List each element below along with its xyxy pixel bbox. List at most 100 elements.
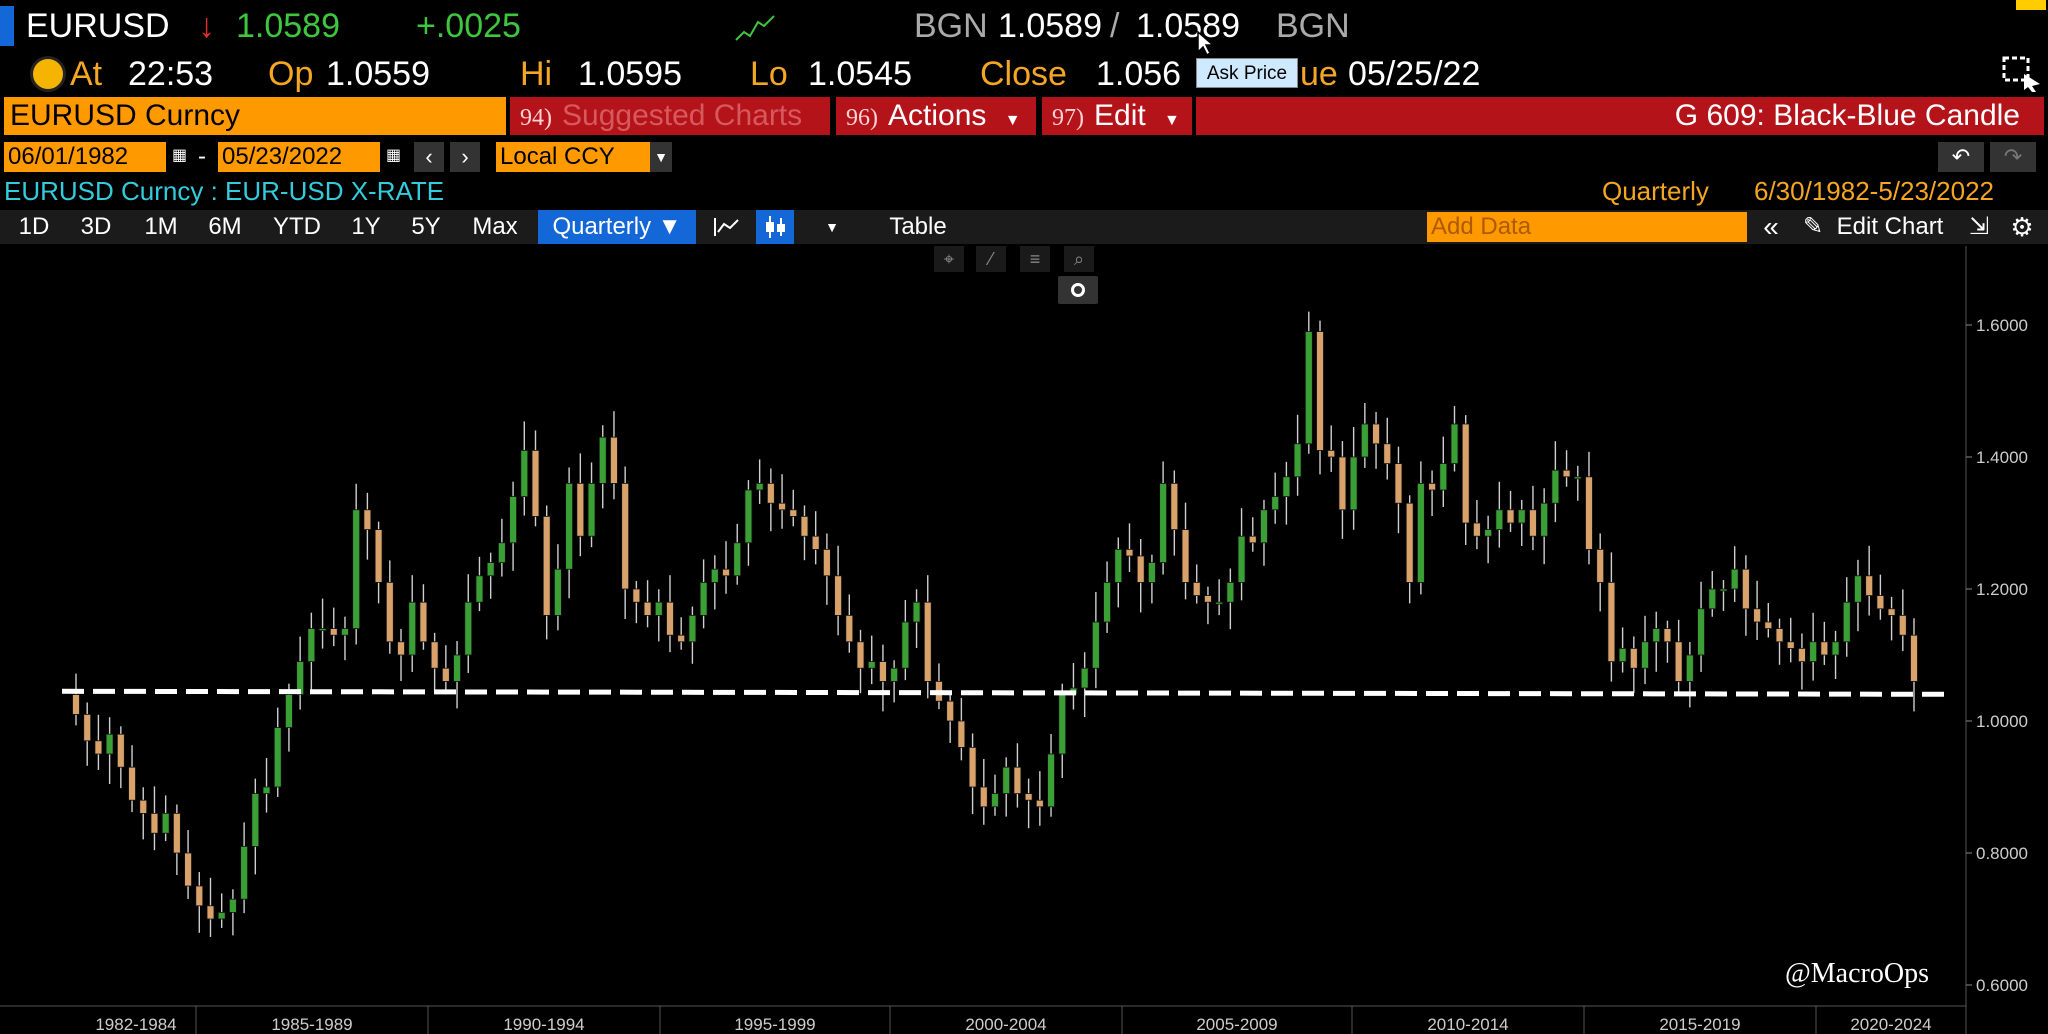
- candle-up: [554, 568, 562, 616]
- tab-5y[interactable]: 5Y: [398, 210, 454, 244]
- gauge-icon[interactable]: [30, 56, 66, 92]
- tab-3d[interactable]: 3D: [66, 210, 126, 244]
- undo-icon[interactable]: ↶: [1938, 142, 1984, 172]
- candle-down: [1674, 641, 1683, 682]
- time-label: At: [70, 55, 103, 93]
- chevron-down-icon[interactable]: ▼: [650, 142, 672, 172]
- tab-1y[interactable]: 1Y: [338, 210, 394, 244]
- actions-menu[interactable]: 96) Actions ▼: [836, 97, 1036, 135]
- frequency-select[interactable]: Quarterly ▼: [538, 210, 696, 244]
- x-tick-label: 2005-2009: [1196, 1015, 1277, 1034]
- candle-down: [1248, 535, 1257, 544]
- candle-down: [128, 766, 136, 801]
- candle-down: [778, 502, 786, 511]
- candle-down: [1327, 449, 1336, 458]
- period-label: Quarterly: [1602, 176, 1709, 206]
- security-description: EURUSD Curncy : EUR-USD X-RATE: [4, 176, 445, 206]
- candle-up: [262, 786, 271, 794]
- previous-arrow-icon[interactable]: ‹: [414, 142, 444, 172]
- chevron-down-icon[interactable]: ▼: [812, 210, 852, 244]
- candle-up: [991, 793, 999, 808]
- candle-down: [643, 601, 652, 616]
- suggested-charts-button[interactable]: 94) Suggested Charts: [510, 97, 830, 135]
- date-value: 05/25/22: [1348, 55, 1481, 93]
- date-separator: -: [198, 143, 206, 170]
- gear-icon[interactable]: ⚙: [2004, 210, 2040, 244]
- candle-down: [1753, 608, 1761, 623]
- candle-down: [1316, 331, 1324, 451]
- candle-down: [1024, 793, 1033, 801]
- y-tick-label: 0.8000: [1976, 844, 2028, 863]
- high-label: Hi: [520, 55, 553, 93]
- candle-down: [1764, 621, 1773, 629]
- candle-up: [1159, 482, 1167, 563]
- alert-flag-icon[interactable]: [2016, 0, 2046, 10]
- candle-down: [1136, 555, 1145, 583]
- table-button[interactable]: Table: [862, 210, 974, 244]
- tab-ytd[interactable]: YTD: [260, 210, 334, 244]
- candlestick-chart[interactable]: 1.6000 1.4000 1.2000 1.0000 0.8000 0.6000 198…: [0, 246, 2048, 1034]
- candle-up: [1484, 529, 1492, 537]
- y-tick-label: 1.2000: [1976, 580, 2028, 599]
- calendar-icon[interactable]: ▦: [172, 145, 190, 167]
- x-axis: 1982-1984 1985-1989 1990-1994 1995-1999 2000…: [0, 1005, 1967, 1034]
- line-chart-icon[interactable]: [712, 214, 742, 240]
- x-tick-label: 2020-2024: [1850, 1015, 1931, 1034]
- candle-up: [352, 509, 361, 629]
- candle-down: [923, 601, 932, 682]
- date-label: ue: [1300, 55, 1338, 93]
- candle-up: [1260, 509, 1268, 544]
- end-date-field[interactable]: 05/23/2022: [218, 142, 380, 172]
- candle-up: [251, 793, 260, 847]
- candle-up: [1058, 694, 1067, 755]
- ticker[interactable]: EURUSD: [26, 6, 170, 46]
- candle-up: [1226, 581, 1235, 603]
- candle-up: [733, 542, 742, 577]
- next-arrow-icon[interactable]: ›: [450, 142, 480, 172]
- edit-menu[interactable]: 97) Edit ▼: [1042, 97, 1192, 135]
- y-tick-label: 1.0000: [1976, 712, 2028, 731]
- bid-price: 1.0589: [998, 7, 1102, 45]
- edit-chart-button[interactable]: Edit Chart: [1828, 210, 1952, 244]
- candle-down: [632, 588, 641, 603]
- candle-up: [744, 489, 753, 544]
- candle-up: [240, 846, 248, 900]
- y-tick-label: 1.6000: [1976, 316, 2028, 335]
- tab-1d[interactable]: 1D: [4, 210, 64, 244]
- tab-1m[interactable]: 1M: [130, 210, 192, 244]
- candle-up: [520, 449, 529, 497]
- candle-up: [565, 482, 573, 570]
- candle-down: [542, 515, 551, 616]
- candle-down: [576, 482, 585, 537]
- collapse-icon[interactable]: «: [1754, 210, 1788, 244]
- zoom-select-icon[interactable]: [2002, 56, 2042, 92]
- candle-up: [1450, 423, 1459, 464]
- candle-up: [1114, 548, 1123, 583]
- time-value: 22:53: [128, 55, 214, 93]
- candle-down: [1338, 456, 1347, 511]
- currency-select[interactable]: Local CCY: [496, 142, 658, 172]
- calendar-icon[interactable]: ▦: [386, 145, 404, 167]
- redo-icon[interactable]: ↷: [1990, 142, 2036, 172]
- edit-chart-icon[interactable]: ⇲: [1962, 210, 1996, 244]
- candle-up: [1360, 423, 1369, 458]
- chart-template-title: G 609: Black-Blue Candle: [1196, 97, 2044, 135]
- candle-up: [755, 482, 764, 491]
- candle-up: [688, 614, 697, 643]
- add-data-input[interactable]: Add Data: [1427, 212, 1747, 242]
- security-field[interactable]: EURUSD Curncy: [4, 97, 506, 135]
- candle-up: [1652, 628, 1661, 643]
- actions-label: Actions: [888, 99, 987, 132]
- candle-up: [890, 667, 899, 682]
- start-date-field[interactable]: 06/01/1982: [4, 142, 166, 172]
- tab-max[interactable]: Max: [460, 210, 530, 244]
- x-tick-label: 2010-2014: [1427, 1015, 1508, 1034]
- candle-chart-icon[interactable]: [756, 210, 794, 244]
- candle-up: [1842, 601, 1851, 643]
- x-tick-label: 1990-1994: [503, 1015, 584, 1034]
- candle-up: [229, 898, 237, 913]
- candle-up: [475, 575, 484, 603]
- tab-6m[interactable]: 6M: [194, 210, 256, 244]
- close-label: Close: [980, 55, 1067, 93]
- suggested-number: 94): [520, 105, 552, 131]
